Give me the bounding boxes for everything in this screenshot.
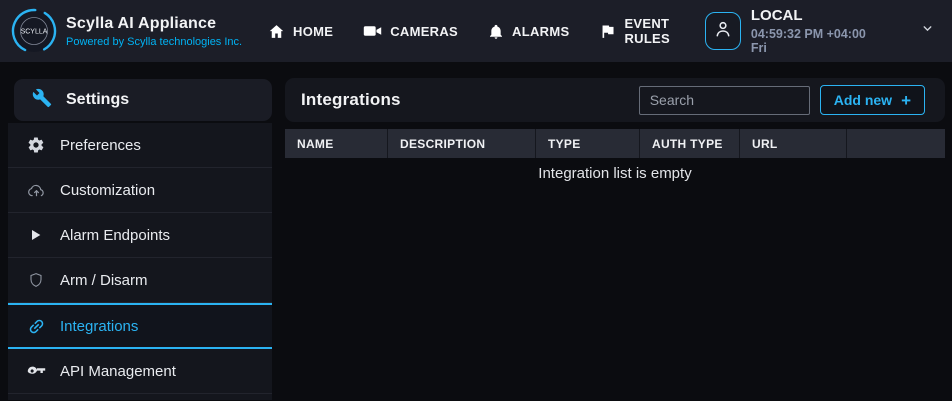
- sidebar-item-partial: [8, 394, 272, 400]
- top-navigation-bar: SCYLLA Scylla AI Appliance Powered by Sc…: [0, 0, 952, 62]
- column-header-type: TYPE: [536, 129, 640, 158]
- link-icon: [26, 317, 46, 336]
- app-title: Scylla AI Appliance: [66, 15, 244, 33]
- user-section: LOCAL 04:59:32 PM +04:00 Fri: [705, 7, 952, 55]
- gear-icon: [26, 136, 46, 154]
- user-time: 04:59:32 PM +04:00 Fri: [751, 27, 879, 55]
- sidebar-item-label: Preferences: [60, 137, 141, 154]
- sidebar-item-label: Alarm Endpoints: [60, 227, 170, 244]
- home-icon: [268, 23, 285, 40]
- sidebar-item-api-management[interactable]: API Management: [8, 349, 272, 394]
- plus-icon: +: [901, 92, 911, 109]
- integrations-panel: Integrations Add new + NAME DESCRIPTION …: [285, 78, 945, 400]
- sidebar-title: Settings: [66, 91, 129, 109]
- sidebar-item-label: Customization: [60, 182, 155, 199]
- flag-icon: [599, 23, 616, 40]
- nav-item-cameras[interactable]: CAMERAS: [363, 23, 458, 39]
- sidebar-item-customization[interactable]: Customization: [8, 168, 272, 213]
- chevron-down-icon: [921, 22, 934, 40]
- bell-icon: [488, 23, 504, 40]
- person-icon: [712, 18, 734, 45]
- user-avatar-button[interactable]: [705, 12, 741, 50]
- column-header-url: URL: [740, 129, 847, 158]
- empty-list-message: Integration list is empty: [285, 158, 945, 182]
- nav-item-label: CAMERAS: [390, 24, 458, 39]
- column-header-name: NAME: [285, 129, 388, 158]
- nav-item-label: ALARMS: [512, 24, 569, 39]
- add-new-button[interactable]: Add new +: [820, 85, 925, 115]
- play-icon: [26, 227, 46, 243]
- user-meta: LOCAL 04:59:32 PM +04:00 Fri: [751, 7, 879, 55]
- sidebar-item-label: Integrations: [60, 318, 138, 335]
- sidebar-item-label: API Management: [60, 363, 176, 380]
- logo-text: SCYLLA: [21, 29, 48, 36]
- sidebar-item-integrations[interactable]: Integrations: [8, 303, 272, 349]
- panel-header: Integrations Add new +: [285, 78, 945, 122]
- sidebar-item-alarm-endpoints[interactable]: Alarm Endpoints: [8, 213, 272, 258]
- sidebar-header-settings[interactable]: Settings: [14, 79, 272, 121]
- settings-sidebar: Settings Preferences Customization: [8, 79, 272, 400]
- nav-item-label: HOME: [293, 24, 333, 39]
- scylla-logo: SCYLLA: [10, 7, 58, 55]
- search-input[interactable]: [639, 86, 810, 115]
- sidebar-items: Preferences Customization Alarm Endpoint…: [8, 123, 272, 400]
- nav-item-alarms[interactable]: ALARMS: [488, 23, 569, 40]
- app-subtitle: Powered by Scylla technologies Inc.: [66, 36, 244, 48]
- column-header-description: DESCRIPTION: [388, 129, 536, 158]
- brand-block: Scylla AI Appliance Powered by Scylla te…: [66, 15, 244, 48]
- add-new-label: Add new: [834, 92, 892, 108]
- nav-item-home[interactable]: HOME: [268, 23, 333, 40]
- wrench-icon: [32, 88, 52, 113]
- sidebar-item-arm-disarm[interactable]: Arm / Disarm: [8, 258, 272, 303]
- sidebar-item-preferences[interactable]: Preferences: [8, 123, 272, 168]
- nav-item-label: EVENT RULES: [624, 16, 704, 46]
- column-header-actions: [847, 129, 945, 158]
- sidebar-item-label: Arm / Disarm: [60, 272, 148, 289]
- nav-item-event-rules[interactable]: EVENT RULES: [599, 16, 704, 46]
- page-title: Integrations: [301, 90, 401, 110]
- main-nav: HOME CAMERAS ALARMS EVENT RULES: [268, 16, 705, 46]
- user-menu-toggle[interactable]: [921, 22, 934, 40]
- table-header-row: NAME DESCRIPTION TYPE AUTH TYPE URL: [285, 129, 945, 158]
- content-area: Settings Preferences Customization: [0, 62, 952, 400]
- user-name: LOCAL: [751, 7, 879, 24]
- shield-icon: [26, 271, 46, 289]
- cloud-upload-icon: [26, 182, 46, 199]
- column-header-auth-type: AUTH TYPE: [640, 129, 740, 158]
- key-icon: [26, 365, 46, 377]
- camera-icon: [363, 23, 382, 39]
